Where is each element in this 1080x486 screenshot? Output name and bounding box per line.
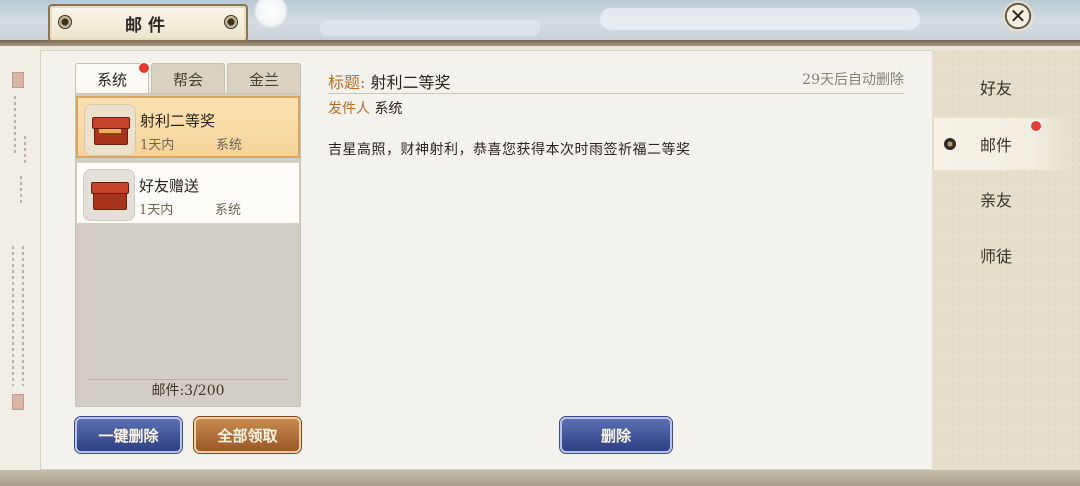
sender-label: 发件人 — [328, 101, 370, 117]
divider — [328, 93, 904, 94]
nav-label: 师徒 — [980, 247, 1013, 266]
ornament-icon — [224, 15, 238, 29]
mail-item-title: 射利二等奖 — [140, 112, 216, 130]
mail-list: 射利二等奖 1天内 系统 好友赠送 1天内 系统 邮件:3/200 — [75, 93, 301, 407]
cloud-decoration — [320, 20, 540, 36]
expire-notice: 29天后自动删除 — [802, 72, 904, 88]
nav-label: 亲友 — [980, 191, 1013, 210]
tab-label: 系统 — [96, 70, 127, 89]
gift-box-icon — [84, 104, 136, 156]
mail-item-time: 1天内 — [140, 138, 175, 153]
notification-badge — [138, 62, 150, 74]
mail-list-item[interactable]: 好友赠送 1天内 系统 — [76, 162, 300, 224]
seal-stamp-icon — [12, 394, 24, 410]
tab-sworn[interactable]: 金兰 — [227, 63, 301, 94]
calligraphy-column — [12, 246, 14, 386]
window-title: 邮件 — [125, 15, 171, 36]
sender-value: 系统 — [374, 101, 403, 117]
delete-all-button[interactable]: 一键删除 — [75, 417, 182, 453]
button-label: 全部领取 — [217, 426, 278, 445]
mail-count: 邮件:3/200 — [151, 383, 225, 399]
tab-guild[interactable]: 帮会 — [151, 63, 225, 94]
ornament-icon — [58, 15, 72, 29]
mail-item-sender: 系统 — [216, 138, 243, 153]
tab-system[interactable]: 系统 — [75, 62, 150, 94]
button-label: 一键删除 — [98, 426, 159, 445]
window-title-plaque: 邮件 — [48, 4, 248, 42]
button-label: 删除 — [600, 426, 631, 445]
side-nav-friends[interactable]: 好友 — [934, 61, 1074, 113]
notification-badge — [1030, 120, 1042, 132]
calligraphy-column — [14, 96, 16, 156]
mail-list-item[interactable]: 射利二等奖 1天内 系统 — [76, 96, 300, 158]
side-nav-relatives[interactable]: 亲友 — [934, 173, 1074, 225]
mail-item-sender: 系统 — [215, 203, 242, 218]
close-icon: ✕ — [1009, 4, 1027, 28]
delete-button[interactable]: 删除 — [560, 417, 672, 453]
mail-item-time: 1天内 — [139, 203, 174, 218]
mail-category-tabs: 系统 帮会 金兰 — [75, 62, 301, 94]
calligraphy-column — [22, 246, 24, 386]
calligraphy-decoration — [0, 46, 40, 476]
bottom-border — [0, 470, 1080, 486]
claim-all-button[interactable]: 全部领取 — [194, 417, 301, 453]
side-nav-mail[interactable]: 邮件 — [934, 118, 1074, 170]
selected-bullet-icon — [944, 138, 956, 150]
close-button[interactable]: ✕ — [1003, 1, 1033, 31]
mail-sender-line: 发件人 系统 — [328, 98, 402, 118]
tab-label: 金兰 — [248, 70, 279, 89]
calligraphy-column — [20, 176, 22, 206]
tab-label: 帮会 — [172, 70, 203, 89]
seal-stamp-icon — [12, 72, 24, 88]
mail-item-title: 好友赠送 — [139, 177, 200, 195]
subject-value: 射利二等奖 — [370, 73, 451, 92]
mail-subject: 标题: 射利二等奖 — [328, 69, 451, 93]
mail-body: 吉星高照，财神射利，恭喜您获得本次时雨签祈福二等奖 — [328, 142, 691, 158]
subject-label: 标题: — [328, 73, 366, 92]
nav-label: 邮件 — [980, 136, 1013, 155]
nav-label: 好友 — [980, 79, 1013, 98]
red-chest-icon — [83, 169, 135, 221]
side-nav-mentor[interactable]: 师徒 — [934, 229, 1074, 281]
calligraphy-column — [24, 136, 26, 166]
cloud-decoration — [600, 8, 920, 30]
moon-decoration — [254, 0, 288, 28]
